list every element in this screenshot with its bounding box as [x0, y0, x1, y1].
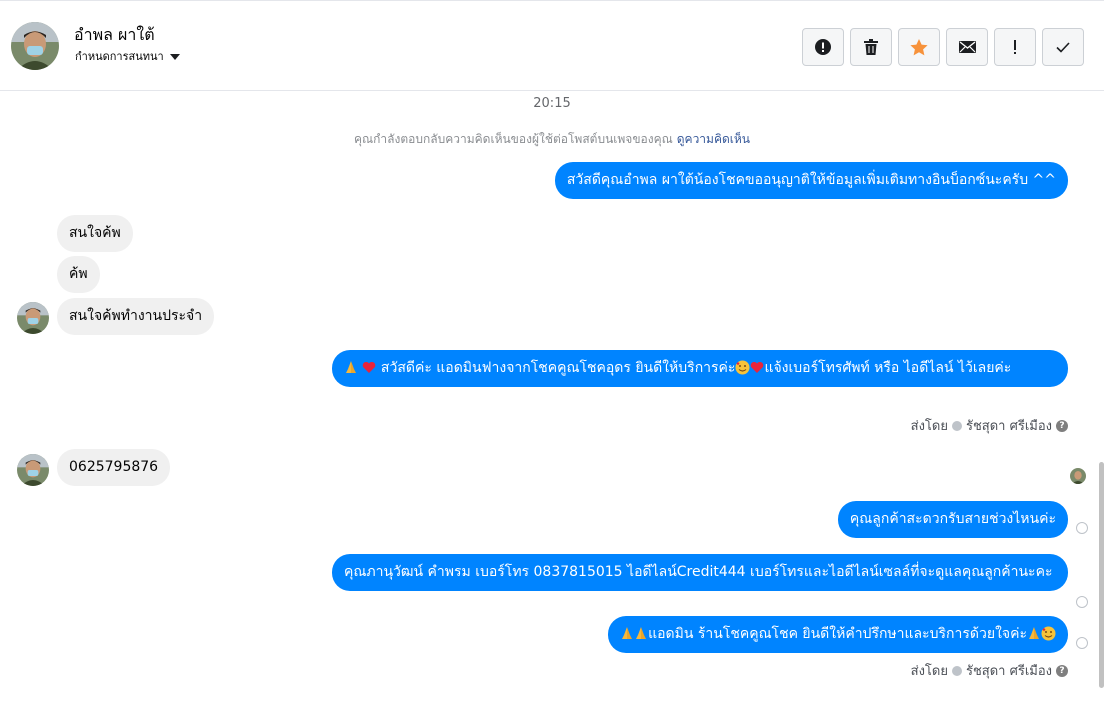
folded-hands-emoji-icon	[636, 627, 647, 639]
report-button[interactable]	[802, 28, 844, 66]
message-bubble-outgoing[interactable]: คุณลูกค้าสะดวกรับสายช่วงไหนค่ะ	[837, 501, 1068, 538]
star-button[interactable]	[898, 28, 940, 66]
folded-hands-emoji-icon	[1029, 627, 1039, 639]
message-text-part-1: สวัสดีค่ะ แอดมินฟางจากโชคคูณโชคอุดร ยินด…	[380, 360, 736, 376]
trash-icon	[864, 39, 878, 55]
conversation-settings-dropdown[interactable]: กำหนดการสนทนา	[75, 47, 180, 65]
scrollbar-thumb[interactable]	[1099, 462, 1104, 688]
sent-check-icon	[951, 420, 962, 431]
message-thread[interactable]: 20:15 คุณกำลังตอบกลับความคิดเห็นของผู้ใช…	[0, 92, 1104, 712]
message-bubble-outgoing[interactable]: สวัสดีค่ะ แอดมินฟางจากโชคคูณโชคอุดร ยินด…	[332, 350, 1068, 387]
message-bubble-incoming[interactable]: 0625795876	[57, 449, 171, 486]
caret-down-icon	[169, 53, 180, 60]
context-text: คุณกำลังตอบกลับความคิดเห็นของผู้ใช้ต่อโพ…	[354, 132, 673, 146]
delivered-check-icon	[1076, 637, 1088, 649]
smiling-face-hearts-emoji-icon	[735, 360, 750, 375]
heart-emoji-icon	[751, 361, 764, 373]
sent-by-info: ส่งโดย รัชสุดา ศรีเมือง ?	[911, 660, 1068, 681]
message-bubble-outgoing[interactable]: สวัสดีคุณอำพล ผาใต้น้องโชคขออนุญาติให้ข้…	[554, 162, 1068, 199]
conversation-actions	[802, 28, 1084, 66]
sent-check-icon	[951, 665, 962, 676]
check-icon	[1056, 41, 1070, 53]
view-comment-link[interactable]: ดูความคิดเห็น	[677, 132, 750, 146]
message-bubble-outgoing[interactable]: แอดมิน ร้านโชคคูณโชค ยินดีให้คำปรึกษาและ…	[608, 616, 1068, 653]
sent-by-label: ส่งโดย	[910, 664, 948, 679]
folded-hands-emoji-icon	[346, 361, 356, 373]
message-bubble-outgoing[interactable]: คุณภานุวัฒน์ คำพรม เบอร์โทร 0837815015 ไ…	[332, 554, 1068, 591]
delete-button[interactable]	[850, 28, 892, 66]
conversation-header: อำพล ผาใต้ กำหนดการสนทนา	[0, 0, 1104, 91]
smiling-face-hearts-emoji-icon	[1041, 626, 1056, 641]
message-text-part-2: แจ้งเบอร์โทรศัพท์ หรือ ไอดีไลน์ ไว้เลยค่…	[764, 360, 1012, 376]
star-icon	[910, 38, 928, 55]
help-icon[interactable]: ?	[1056, 664, 1068, 677]
envelope-icon	[958, 41, 976, 53]
mark-important-button[interactable]	[994, 28, 1036, 66]
help-icon[interactable]: ?	[1056, 419, 1068, 432]
mark-unread-button[interactable]	[946, 28, 988, 66]
delivered-check-icon	[1076, 522, 1088, 534]
message-bubble-incoming[interactable]: สนใจค้พ	[57, 215, 133, 252]
timestamp: 20:15	[533, 96, 571, 111]
sent-by-label: ส่งโดย	[910, 419, 948, 434]
message-text: แอดมิน ร้านโชคคูณโชค ยินดีให้คำปรึกษาและ…	[648, 626, 1027, 642]
sender-avatar	[17, 302, 49, 334]
message-bubble-incoming[interactable]: สนใจค้พทำงานประจำ	[57, 298, 215, 335]
heart-emoji-icon	[363, 361, 376, 373]
contact-avatar[interactable]	[11, 22, 59, 70]
folded-hands-emoji-icon	[622, 627, 633, 639]
comment-reply-context: คุณกำลังตอบกลับความคิดเห็นของผู้ใช้ต่อโพ…	[0, 130, 1104, 149]
contact-name[interactable]: อำพล ผาใต้	[74, 23, 155, 48]
sent-by-name[interactable]: รัชสุดา ศรีเมือง	[966, 415, 1052, 436]
exclamation-icon	[1014, 40, 1016, 54]
delivered-check-icon	[1076, 596, 1088, 608]
sender-avatar	[17, 454, 49, 486]
sent-by-info: ส่งโดย รัชสุดา ศรีเมือง ?	[911, 415, 1068, 436]
message-bubble-incoming[interactable]: ค้พ	[57, 256, 100, 293]
sent-by-name[interactable]: รัชสุดา ศรีเมือง	[966, 660, 1052, 681]
seen-by-avatar	[1070, 468, 1086, 484]
mark-done-button[interactable]	[1042, 28, 1084, 66]
conversation-settings-label: กำหนดการสนทนา	[75, 50, 164, 63]
alert-circle-icon	[815, 39, 831, 55]
